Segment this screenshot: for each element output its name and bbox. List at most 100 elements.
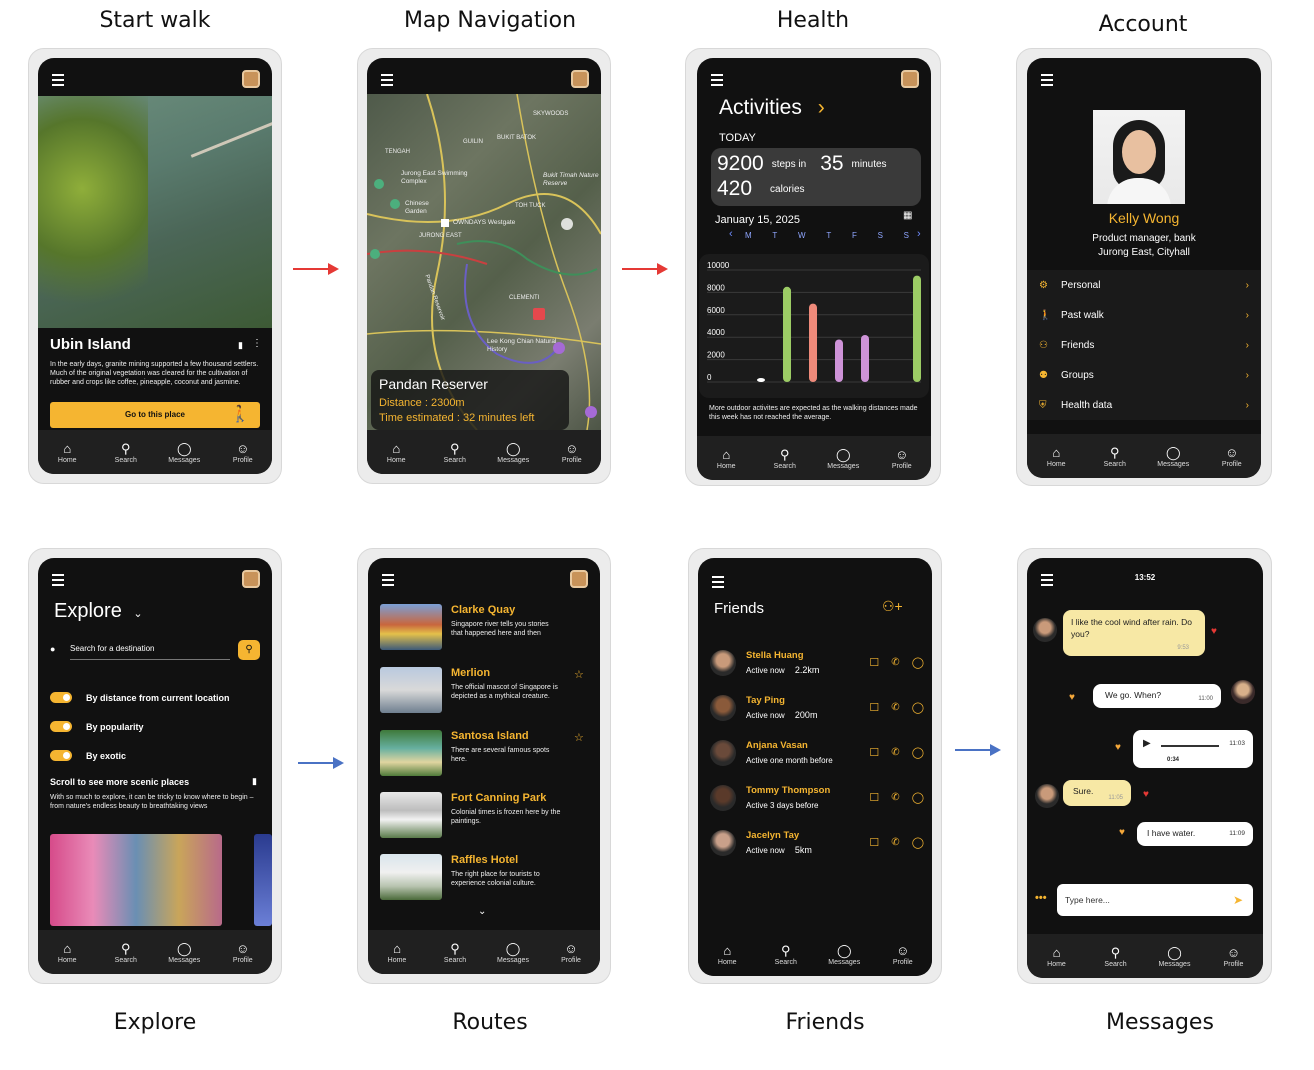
avatar[interactable]: [242, 70, 260, 88]
nav-profile[interactable]: ☺ Profile: [873, 447, 932, 470]
search-button[interactable]: ⚲: [238, 640, 260, 660]
menu-item-friends[interactable]: ⚇ Friends ›: [1027, 330, 1261, 360]
nav-messages[interactable]: ◯ Messages: [1144, 445, 1203, 468]
route-item[interactable]: Clarke Quay Singapore river tells you sto…: [380, 604, 590, 650]
bar[interactable]: [783, 286, 791, 382]
filter-exotic[interactable]: By exotic: [50, 750, 126, 761]
bookmark-icon[interactable]: ▮: [252, 776, 257, 787]
toggle-switch[interactable]: [50, 750, 72, 761]
nav-messages[interactable]: ◯ Messages: [484, 441, 543, 464]
chevron-down-icon[interactable]: ⌄: [478, 906, 486, 917]
toggle-switch[interactable]: [50, 721, 72, 732]
menu-icon[interactable]: [1041, 74, 1053, 89]
audio-message[interactable]: ▶ 11:03 0:34: [1133, 730, 1253, 768]
bookmark-icon[interactable]: ▮: [238, 340, 243, 351]
friend-row[interactable]: Tommy Thompson Active 3 days before ☐ ✆ ◯: [710, 775, 924, 820]
checkbox-icon[interactable]: ☐: [869, 791, 879, 804]
scenic-card[interactable]: [50, 834, 222, 926]
day-label[interactable]: T: [772, 231, 777, 240]
nav-search[interactable]: ⚲ Search: [97, 441, 156, 464]
checkbox-icon[interactable]: ☐: [869, 746, 879, 759]
nav-search[interactable]: ⚲ Search: [756, 447, 815, 470]
menu-item-health-data[interactable]: ⛨ Health data ›: [1027, 390, 1261, 420]
star-icon[interactable]: ☆: [574, 668, 584, 681]
nav-messages[interactable]: ◯ Messages: [814, 447, 873, 470]
search-input[interactable]: Search for a destination: [70, 642, 230, 660]
go-to-place-button[interactable]: Go to this place 🚶: [50, 402, 260, 428]
menu-item-groups[interactable]: ⚉ Groups ›: [1027, 360, 1261, 390]
chat-icon[interactable]: ◯: [912, 701, 924, 714]
day-label[interactable]: F: [852, 231, 857, 240]
checkbox-icon[interactable]: ☐: [869, 836, 879, 849]
checkbox-icon[interactable]: ☐: [869, 701, 879, 714]
day-label[interactable]: S: [904, 231, 909, 240]
bar[interactable]: [809, 303, 817, 382]
next-week-icon[interactable]: ›: [917, 228, 921, 240]
nav-home[interactable]: ⌂ Home: [38, 941, 97, 964]
explore-heading[interactable]: Explore ⌄: [54, 600, 143, 623]
calendar-icon[interactable]: ▦: [903, 210, 912, 221]
avatar[interactable]: [571, 70, 589, 88]
chat-icon[interactable]: ◯: [912, 656, 924, 669]
audio-progress[interactable]: [1161, 745, 1219, 747]
nav-home[interactable]: ⌂ Home: [368, 941, 426, 964]
filter-popularity[interactable]: By popularity: [50, 721, 144, 732]
avatar[interactable]: [901, 70, 919, 88]
bar[interactable]: [861, 334, 869, 382]
play-icon[interactable]: ▶: [1143, 738, 1151, 750]
nav-search[interactable]: ⚲ Search: [1086, 945, 1145, 968]
phone-icon[interactable]: ✆: [891, 657, 899, 668]
nav-profile[interactable]: ☺ Profile: [1203, 445, 1262, 468]
day-label[interactable]: S: [878, 231, 883, 240]
nav-search[interactable]: ⚲ Search: [426, 441, 485, 464]
day-label[interactable]: T: [826, 231, 831, 240]
route-item[interactable]: Fort Canning Park Colonial times is froze…: [380, 792, 590, 838]
send-icon[interactable]: ➤: [1233, 884, 1243, 916]
nav-profile[interactable]: ☺ Profile: [1204, 945, 1263, 968]
menu-icon[interactable]: [712, 576, 724, 591]
menu-item-past-walk[interactable]: 🚶 Past walk ›: [1027, 300, 1261, 330]
bar[interactable]: [757, 378, 765, 382]
route-item[interactable]: Raffles Hotel The right place for tourist…: [380, 854, 590, 900]
nav-profile[interactable]: ☺ Profile: [874, 943, 933, 966]
prev-week-icon[interactable]: ‹: [729, 228, 733, 240]
friend-row[interactable]: Anjana Vasan Active one month before ☐ ✆ ◯: [710, 730, 924, 775]
menu-icon[interactable]: [382, 574, 394, 589]
heart-icon[interactable]: ♥: [1115, 742, 1121, 753]
day-label[interactable]: W: [798, 231, 806, 240]
add-friend-icon[interactable]: ⚇+: [882, 598, 903, 615]
nav-home[interactable]: ⌂ Home: [1027, 445, 1086, 468]
chat-icon[interactable]: ◯: [912, 746, 924, 759]
bar[interactable]: [835, 339, 843, 382]
nav-profile[interactable]: ☺ Profile: [543, 441, 602, 464]
menu-icon[interactable]: [52, 74, 64, 89]
heart-icon[interactable]: ♥: [1211, 626, 1217, 637]
menu-icon[interactable]: [711, 74, 723, 89]
nav-messages[interactable]: ◯ Messages: [484, 941, 542, 964]
scenic-card[interactable]: [254, 834, 272, 926]
toggle-switch[interactable]: [50, 692, 72, 703]
nav-messages[interactable]: ◯ Messages: [155, 941, 214, 964]
nav-search[interactable]: ⚲ Search: [97, 941, 156, 964]
phone-icon[interactable]: ✆: [891, 837, 899, 848]
nav-search[interactable]: ⚲ Search: [1086, 445, 1145, 468]
checkbox-icon[interactable]: ☐: [869, 656, 879, 669]
nav-home[interactable]: ⌂ Home: [697, 447, 756, 470]
star-icon[interactable]: ☆: [574, 731, 584, 744]
friend-row[interactable]: Stella Huang Active now 2.2km ☐ ✆ ◯: [710, 640, 924, 685]
chat-icon[interactable]: ◯: [912, 791, 924, 804]
nav-home[interactable]: ⌂ Home: [1027, 945, 1086, 968]
avatar[interactable]: [570, 570, 588, 588]
more-options-icon[interactable]: •••: [1035, 892, 1047, 904]
nav-home[interactable]: ⌂ Home: [38, 441, 97, 464]
nav-home[interactable]: ⌂ Home: [698, 943, 757, 966]
menu-item-personal[interactable]: ⚙ Personal ›: [1027, 270, 1261, 300]
phone-icon[interactable]: ✆: [891, 792, 899, 803]
filter-distance[interactable]: By distance from current location: [50, 692, 230, 703]
chat-icon[interactable]: ◯: [912, 836, 924, 849]
heart-icon[interactable]: ♥: [1143, 789, 1149, 800]
phone-icon[interactable]: ✆: [891, 747, 899, 758]
nav-messages[interactable]: ◯ Messages: [155, 441, 214, 464]
avatar[interactable]: [242, 570, 260, 588]
friend-row[interactable]: Jacelyn Tay Active now 5km ☐ ✆ ◯: [710, 820, 924, 865]
